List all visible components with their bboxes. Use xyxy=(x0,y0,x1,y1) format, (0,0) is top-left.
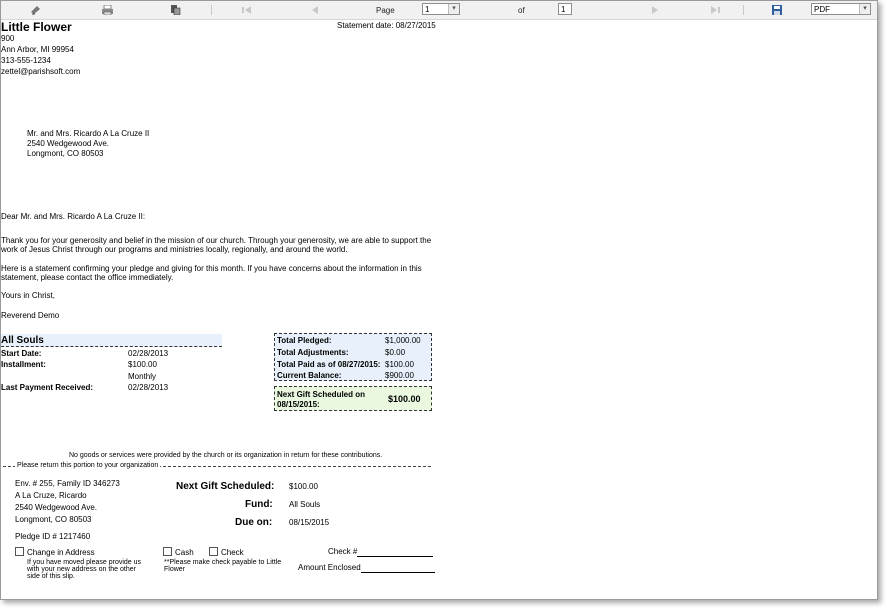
check-label: Check xyxy=(221,548,244,557)
adjustments-label: Total Adjustments: xyxy=(277,348,349,357)
total-pledged-label: Total Pledged: xyxy=(277,336,332,345)
letter-signature: Reverend Demo xyxy=(1,311,60,320)
chevron-down-icon[interactable]: ▾ xyxy=(859,4,870,14)
check-option[interactable]: Check xyxy=(209,547,244,558)
total-pages-value: 1 xyxy=(561,5,566,14)
save-icon[interactable] xyxy=(771,4,783,15)
installment-label: Installment: xyxy=(1,360,46,369)
chevron-down-icon[interactable]: ▾ xyxy=(448,4,459,14)
church-phone: 313-555-1234 xyxy=(1,56,51,65)
print-icon[interactable] xyxy=(101,4,113,15)
report-viewer-window: Page 1 ▾ of 1 PDF ▾ Little Flower 900 An… xyxy=(0,0,878,600)
print-layout-icon[interactable] xyxy=(169,4,181,15)
toolbar-separator xyxy=(743,5,744,15)
page-number-select[interactable]: 1 ▾ xyxy=(422,3,460,15)
start-date-value: 02/28/2013 xyxy=(128,349,169,358)
slip-name: A La Cruze, Ricardo xyxy=(15,491,87,500)
export-format-value: PDF xyxy=(814,5,830,14)
page-number-value: 1 xyxy=(425,5,430,14)
change-address-option[interactable]: Change in Address xyxy=(15,547,95,558)
next-gift-label-line2: 08/15/2015: xyxy=(277,400,320,409)
moved-note-line3: side of this slip. xyxy=(27,573,75,580)
cash-option[interactable]: Cash xyxy=(163,547,194,558)
letter-paragraph-1b: work of Jesus Christ through our program… xyxy=(1,245,348,254)
slip-next-gift-label: Next Gift Scheduled: xyxy=(176,481,275,492)
toolbar-separator xyxy=(211,5,212,15)
total-pledged-value: $1,000.00 xyxy=(385,336,421,345)
cash-checkbox[interactable] xyxy=(163,547,172,556)
church-name: Little Flower xyxy=(1,20,72,34)
check-number-row: Check # xyxy=(328,547,434,557)
amount-enclosed-line xyxy=(360,564,435,573)
refresh-icon[interactable] xyxy=(29,4,41,15)
fund-header: All Souls xyxy=(1,334,222,347)
slip-next-gift-value: $100.00 xyxy=(289,482,318,491)
amount-enclosed-row: Amount Enclosed xyxy=(298,563,435,573)
check-number-line xyxy=(357,548,434,557)
total-paid-label: Total Paid as of 08/27/2015: xyxy=(277,360,381,369)
of-label: of xyxy=(518,6,525,15)
page-label: Page xyxy=(376,6,395,15)
first-page-icon[interactable] xyxy=(241,4,253,15)
amount-enclosed-label: Amount Enclosed xyxy=(298,563,361,572)
last-payment-label: Last Payment Received: xyxy=(1,383,94,392)
export-format-select[interactable]: PDF ▾ xyxy=(811,3,871,15)
church-address-line: 900 xyxy=(1,34,15,43)
recipient-street: 2540 Wedgewood Ave. xyxy=(27,139,109,148)
statement-date: Statement date: 08/27/2015 xyxy=(337,21,436,30)
no-goods-notice: No goods or services were provided by th… xyxy=(69,452,383,459)
letter-closing: Yours in Christ, xyxy=(1,291,55,300)
slip-due-value: 08/15/2015 xyxy=(289,518,330,527)
last-payment-value: 02/28/2013 xyxy=(128,383,169,392)
slip-envelope: Env. # 255, Family ID 346273 xyxy=(15,479,120,488)
next-page-icon[interactable] xyxy=(649,4,661,15)
previous-page-icon[interactable] xyxy=(309,4,321,15)
recipient-city: Longmont, CO 80503 xyxy=(27,149,104,158)
slip-fund-value: All Souls xyxy=(289,500,321,509)
letter-salutation: Dear Mr. and Mrs. Ricardo A La Cruze II: xyxy=(1,212,146,221)
next-gift-label-line1: Next Gift Scheduled on xyxy=(277,390,366,399)
slip-due-label: Due on: xyxy=(235,517,273,528)
installment-value: $100.00 xyxy=(128,360,157,369)
check-number-label: Check # xyxy=(328,547,358,556)
change-address-checkbox[interactable] xyxy=(15,547,24,556)
slip-fund-label: Fund: xyxy=(245,499,273,510)
payable-note-line2: Flower xyxy=(164,566,186,573)
slip-city: Longmont, CO 80503 xyxy=(15,515,92,524)
total-paid-value: $100.00 xyxy=(385,360,414,369)
letter-paragraph-2b: statement, please contact the office imm… xyxy=(1,273,174,282)
current-balance-label: Current Balance: xyxy=(277,371,342,380)
current-balance-value: $900.00 xyxy=(385,371,414,380)
tear-line-label: Please return this portion to your organ… xyxy=(15,461,161,471)
cash-label: Cash xyxy=(175,548,194,557)
last-page-icon[interactable] xyxy=(709,4,721,15)
installment-frequency: Monthly xyxy=(128,372,157,381)
report-toolbar: Page 1 ▾ of 1 PDF ▾ xyxy=(1,1,877,20)
fund-title: All Souls xyxy=(1,335,44,346)
adjustments-value: $0.00 xyxy=(385,348,406,357)
slip-pledge-id: Pledge ID # 1217460 xyxy=(15,532,91,541)
change-address-label: Change in Address xyxy=(27,548,95,557)
start-date-label: Start Date: xyxy=(1,349,42,358)
church-email: zettel@parishsoft.com xyxy=(1,67,81,76)
total-pages-field: 1 xyxy=(558,3,572,15)
slip-street: 2540 Wedgewood Ave. xyxy=(15,503,97,512)
recipient-name: Mr. and Mrs. Ricardo A La Cruze II xyxy=(27,129,150,138)
next-gift-value: $100.00 xyxy=(388,394,421,404)
church-city: Ann Arbor, MI 99954 xyxy=(1,45,74,54)
check-checkbox[interactable] xyxy=(209,547,218,556)
